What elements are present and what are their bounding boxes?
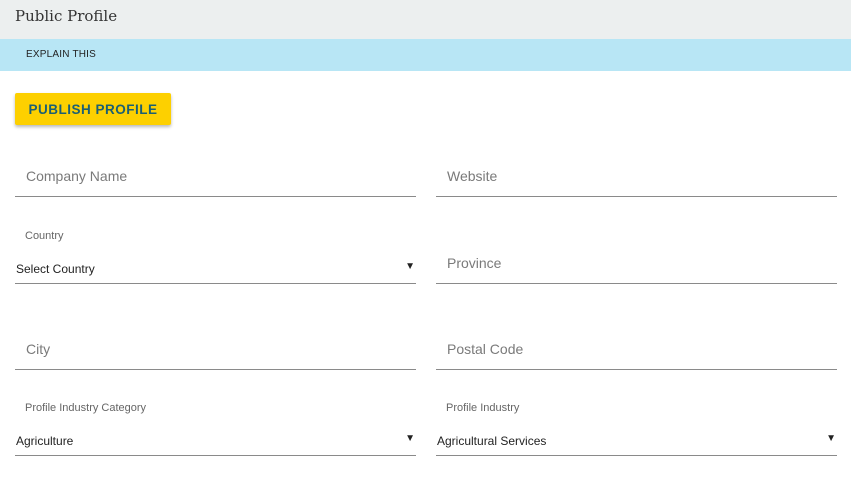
website-input[interactable]: [436, 156, 837, 196]
industry-select[interactable]: Profile Industry Agricultural Services ▼: [436, 402, 837, 456]
industry-category-select[interactable]: Profile Industry Category Agriculture ▼: [15, 402, 416, 456]
city-input[interactable]: [15, 329, 416, 369]
explain-this-link[interactable]: EXPLAIN THIS: [26, 49, 96, 60]
company-name-field: [15, 156, 416, 197]
caret-down-icon[interactable]: ▼: [405, 261, 415, 272]
country-selected-value: Select Country: [16, 262, 95, 276]
company-name-input[interactable]: [15, 156, 416, 196]
industry-label: Profile Industry: [446, 402, 520, 414]
postal-code-input[interactable]: [436, 329, 837, 369]
website-field: [436, 156, 837, 197]
country-label: Country: [25, 230, 64, 242]
caret-down-icon[interactable]: ▼: [826, 433, 836, 444]
caret-down-icon[interactable]: ▼: [405, 433, 415, 444]
page-title: Public Profile: [15, 7, 118, 25]
province-input[interactable]: [436, 243, 837, 283]
city-field: [15, 329, 416, 370]
publish-profile-button[interactable]: PUBLISH PROFILE: [15, 93, 171, 125]
country-select[interactable]: Country Select Country ▼: [15, 230, 416, 284]
industry-category-label: Profile Industry Category: [25, 402, 147, 414]
industry-selected-value: Agricultural Services: [437, 434, 547, 448]
province-field: [436, 243, 837, 284]
postal-code-field: [436, 329, 837, 370]
industry-category-selected-value: Agriculture: [16, 434, 74, 448]
page-header: Public Profile: [0, 0, 851, 39]
explain-bar[interactable]: EXPLAIN THIS: [0, 39, 851, 71]
